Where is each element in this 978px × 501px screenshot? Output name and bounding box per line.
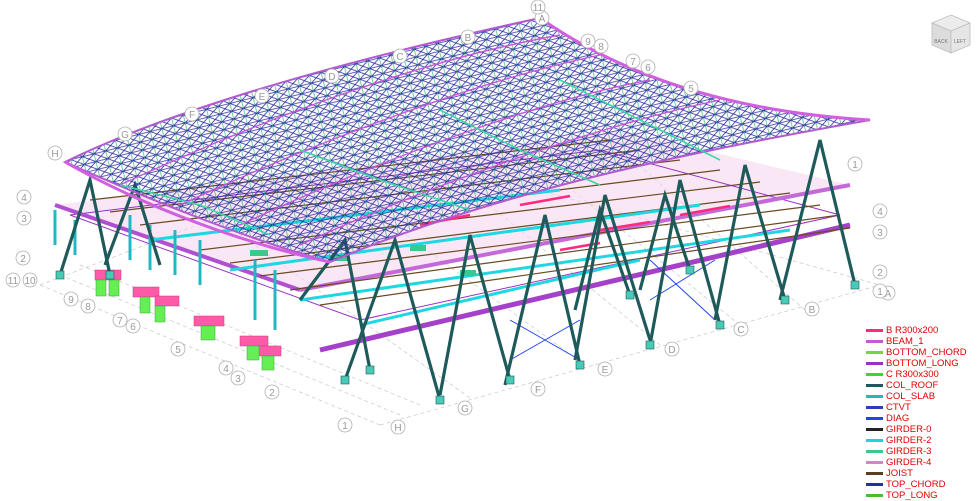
legend-swatch	[866, 406, 883, 409]
grid-label: 7	[117, 316, 123, 327]
section-legend: B R300x200 BEAM_1 BOTTOM_CHORD BOTTOM_LONG C…	[866, 325, 978, 501]
legend-item: TOP_CHORD	[866, 479, 978, 490]
grid-label: H	[51, 149, 58, 160]
legend-item: BOTTOM_LONG	[866, 358, 978, 369]
grid-label: 5	[688, 84, 694, 95]
grid-label: 9	[585, 37, 591, 48]
legend-swatch	[866, 362, 883, 365]
diagonal-bracing	[509, 259, 716, 361]
grid-label: 11	[533, 3, 544, 14]
legend-item: GIRDER-4	[866, 457, 978, 468]
legend-swatch	[866, 384, 883, 387]
legend-label: COL_ROOF	[886, 380, 939, 391]
legend-item: GIRDER-3	[866, 446, 978, 457]
legend-swatch	[866, 428, 883, 431]
legend-swatch	[866, 329, 883, 332]
legend-label: B R300x200	[886, 325, 939, 336]
legend-swatch	[866, 395, 883, 398]
legend-label: GIRDER-2	[886, 435, 932, 446]
grid-label: 2	[20, 254, 26, 265]
legend-swatch	[866, 494, 883, 497]
grid-label: 1	[342, 421, 348, 432]
grid-label: C	[396, 52, 403, 63]
view-cube-left-face[interactable]: LEFT	[954, 39, 966, 45]
legend-label: GIRDER-4	[886, 457, 932, 468]
grid-label: 3	[235, 374, 241, 385]
legend-item: C R300x300	[866, 369, 978, 380]
legend-swatch	[866, 439, 883, 442]
legend-label: GIRDER-3	[886, 446, 932, 457]
grid-label: 8	[598, 42, 604, 53]
grid-label: E	[259, 92, 266, 103]
view-cube[interactable]: BACK LEFT	[929, 12, 973, 56]
grid-label: 3	[21, 214, 27, 225]
legend-label: DIAG	[886, 413, 910, 424]
grid-label: H	[394, 423, 401, 434]
grid-label: 2	[269, 388, 275, 399]
legend-item: GIRDER-0	[866, 424, 978, 435]
grid-label: B	[465, 33, 472, 44]
legend-swatch	[866, 417, 883, 420]
grid-label: 8	[85, 302, 91, 313]
structural-model-drawing: A B C D E F G H A B C D E F G H 1 4 3 2	[5, 0, 896, 435]
legend-item: BEAM_1	[866, 336, 978, 347]
view-cube-back-face[interactable]: BACK	[934, 39, 948, 45]
legend-label: GIRDER-0	[886, 424, 932, 435]
model-viewport[interactable]: A B C D E F G H A B C D E F G H 1 4 3 2	[0, 0, 978, 484]
legend-label: BOTTOM_LONG	[886, 358, 959, 369]
legend-item: B R300x200	[866, 325, 978, 336]
legend-swatch	[866, 483, 883, 486]
grid-label: 7	[630, 57, 636, 68]
legend-label: BEAM_1	[886, 336, 924, 347]
legend-item: JOIST	[866, 468, 978, 479]
grid-label: E	[602, 365, 609, 376]
grid-label: F	[535, 385, 541, 396]
legend-swatch	[866, 340, 883, 343]
legend-item: COL_ROOF	[866, 380, 978, 391]
grid-label: 4	[223, 364, 229, 375]
grid-label: 11	[8, 276, 19, 287]
legend-label: JOIST	[886, 468, 913, 479]
grid-label: 4	[21, 193, 27, 204]
legend-swatch	[866, 461, 883, 464]
grid-label: D	[328, 72, 335, 83]
legend-label: COL_SLAB	[886, 391, 936, 402]
grid-label: 3	[877, 228, 883, 239]
legend-swatch	[866, 351, 883, 354]
grid-label: A	[539, 14, 546, 25]
grid-label: 1	[877, 287, 883, 298]
legend-label: TOP_LONG	[886, 490, 938, 501]
legend-swatch	[866, 373, 883, 376]
grid-label: 6	[130, 322, 136, 333]
legend-label: TOP_CHORD	[886, 479, 946, 490]
grid-label: 2	[877, 268, 883, 279]
grid-label: G	[121, 130, 129, 141]
legend-item: GIRDER-2	[866, 435, 978, 446]
legend-label: CTVT	[886, 402, 911, 413]
grid-label: 1	[852, 160, 858, 171]
legend-label: BOTTOM_CHORD	[886, 347, 967, 358]
grid-label: 9	[68, 295, 74, 306]
grid-label: F	[189, 110, 195, 121]
legend-label: C R300x300	[886, 369, 939, 380]
legend-item: TOP_LONG	[866, 490, 978, 501]
grid-label: 4	[877, 207, 883, 218]
view-cube-icon: BACK LEFT	[930, 14, 972, 54]
legend-swatch	[866, 472, 883, 475]
legend-swatch	[866, 450, 883, 453]
grid-label: 6	[645, 63, 651, 74]
legend-item: COL_SLAB	[866, 391, 978, 402]
legend-item: CTVT	[866, 402, 978, 413]
grid-label: C	[737, 325, 744, 336]
grid-label: D	[668, 345, 675, 356]
grid-label: 5	[175, 345, 181, 356]
grid-label: G	[461, 404, 469, 415]
legend-item: DIAG	[866, 413, 978, 424]
grid-label: 10	[24, 276, 36, 287]
grid-label: B	[809, 305, 816, 316]
legend-item: BOTTOM_CHORD	[866, 347, 978, 358]
